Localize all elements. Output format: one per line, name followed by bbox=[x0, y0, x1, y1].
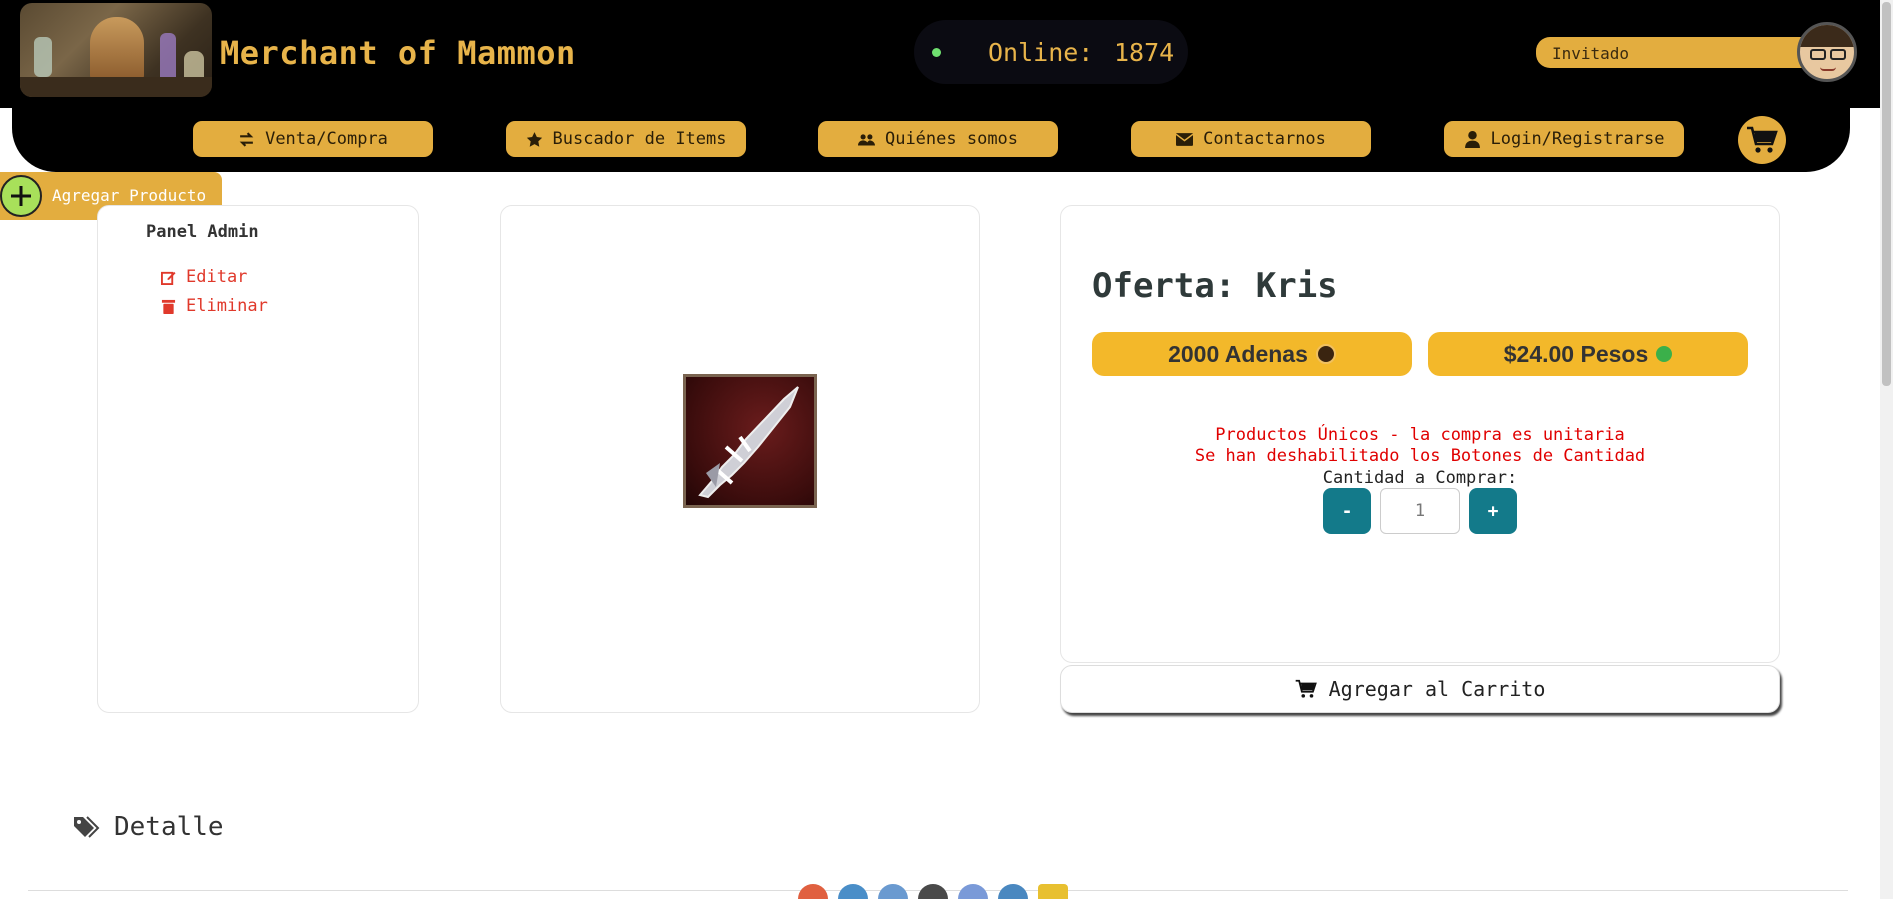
adena-coin-icon bbox=[1315, 344, 1336, 364]
envelope-icon bbox=[1176, 132, 1194, 146]
social-icon-3[interactable] bbox=[878, 884, 908, 899]
nav-item-label: Buscador de Items bbox=[552, 129, 727, 149]
online-label: Online: bbox=[988, 38, 1094, 67]
logo-table bbox=[20, 77, 212, 97]
offer-title: Oferta: Kris bbox=[1092, 266, 1338, 306]
nav-contactarnos-button[interactable]: Contactarnos bbox=[1131, 121, 1371, 157]
edit-link[interactable]: Editar bbox=[161, 267, 247, 287]
admin-panel bbox=[97, 205, 419, 713]
nav-login-button[interactable]: Login/Registrarse bbox=[1444, 121, 1684, 157]
cart-icon bbox=[1295, 679, 1317, 698]
logo-merchant-figure bbox=[90, 17, 144, 83]
product-image bbox=[683, 374, 817, 508]
avatar-glasses-left bbox=[1810, 49, 1826, 60]
nav-venta-compra-button[interactable]: Venta/Compra bbox=[193, 121, 433, 157]
header-cart-button[interactable] bbox=[1738, 116, 1786, 164]
nav-item-label: Venta/Compra bbox=[265, 129, 388, 149]
unique-product-warning: Productos Únicos - la compra es unitaria bbox=[1215, 425, 1625, 445]
avatar-hair bbox=[1800, 25, 1854, 47]
social-icon-2[interactable] bbox=[838, 884, 868, 899]
avatar-mouth bbox=[1820, 67, 1836, 71]
price-pesos: $24.00 Pesos bbox=[1503, 340, 1649, 367]
users-icon bbox=[857, 133, 875, 145]
cart-icon bbox=[1747, 126, 1778, 153]
edit-label: Editar bbox=[186, 267, 248, 287]
add-product-label: Agregar Producto bbox=[52, 186, 207, 205]
social-icon-4[interactable] bbox=[918, 884, 948, 899]
price-adena-badge: 2000 Adenas bbox=[1092, 332, 1412, 376]
admin-panel-title: Panel Admin bbox=[146, 222, 259, 242]
delete-label: Eliminar bbox=[186, 296, 268, 316]
site-logo[interactable] bbox=[20, 3, 212, 97]
nav-buscador-button[interactable]: Buscador de Items bbox=[506, 121, 746, 157]
online-count: 1874 bbox=[1114, 38, 1175, 67]
trash-icon bbox=[161, 299, 176, 314]
nav-item-label: Contactarnos bbox=[1203, 129, 1326, 149]
user-name-field[interactable]: Invitado bbox=[1536, 37, 1816, 68]
kris-dagger-icon bbox=[698, 386, 799, 499]
tags-icon bbox=[74, 816, 100, 838]
online-dot-icon bbox=[932, 48, 941, 57]
social-icon-6[interactable] bbox=[998, 884, 1028, 899]
price-pesos-badge: $24.00 Pesos bbox=[1428, 332, 1748, 376]
site-title[interactable]: Merchant of Mammon bbox=[220, 34, 576, 72]
avatar-glasses-right bbox=[1830, 49, 1846, 60]
qty-label: Cantidad a Comprar: bbox=[1322, 468, 1518, 488]
social-icon-5[interactable] bbox=[958, 884, 988, 899]
exchange-icon bbox=[239, 131, 254, 147]
qty-disabled-warning: Se han deshabilitado los Botones de Cant… bbox=[1194, 446, 1646, 466]
price-adena: 2000 Adenas bbox=[1168, 340, 1308, 367]
edit-icon bbox=[161, 271, 176, 285]
plus-circle-icon bbox=[0, 175, 42, 217]
nav-item-label: Quiénes somos bbox=[884, 129, 1019, 149]
add-to-cart-label: Agregar al Carrito bbox=[1328, 677, 1546, 701]
star-icon bbox=[526, 131, 542, 147]
detail-section-header: Detalle bbox=[74, 812, 224, 842]
money-coin-icon bbox=[1656, 346, 1673, 362]
logo-bottle-1 bbox=[34, 37, 52, 77]
detail-title: Detalle bbox=[114, 812, 224, 842]
scrollbar-thumb[interactable] bbox=[1882, 2, 1891, 386]
social-icon-7[interactable] bbox=[1038, 884, 1068, 899]
qty-increase-button[interactable]: + bbox=[1469, 488, 1517, 534]
qty-decrease-button[interactable]: - bbox=[1323, 488, 1371, 534]
avatar[interactable] bbox=[1797, 22, 1857, 82]
qty-input[interactable] bbox=[1380, 488, 1460, 534]
nav-item-label: Login/Registrarse bbox=[1490, 129, 1665, 149]
social-icon-1[interactable] bbox=[798, 884, 828, 899]
logo-bottle-2 bbox=[160, 33, 176, 83]
add-to-cart-button[interactable]: Agregar al Carrito bbox=[1060, 665, 1780, 713]
user-icon bbox=[1464, 130, 1480, 148]
delete-link[interactable]: Eliminar bbox=[161, 296, 268, 316]
nav-quienes-somos-button[interactable]: Quiénes somos bbox=[818, 121, 1058, 157]
